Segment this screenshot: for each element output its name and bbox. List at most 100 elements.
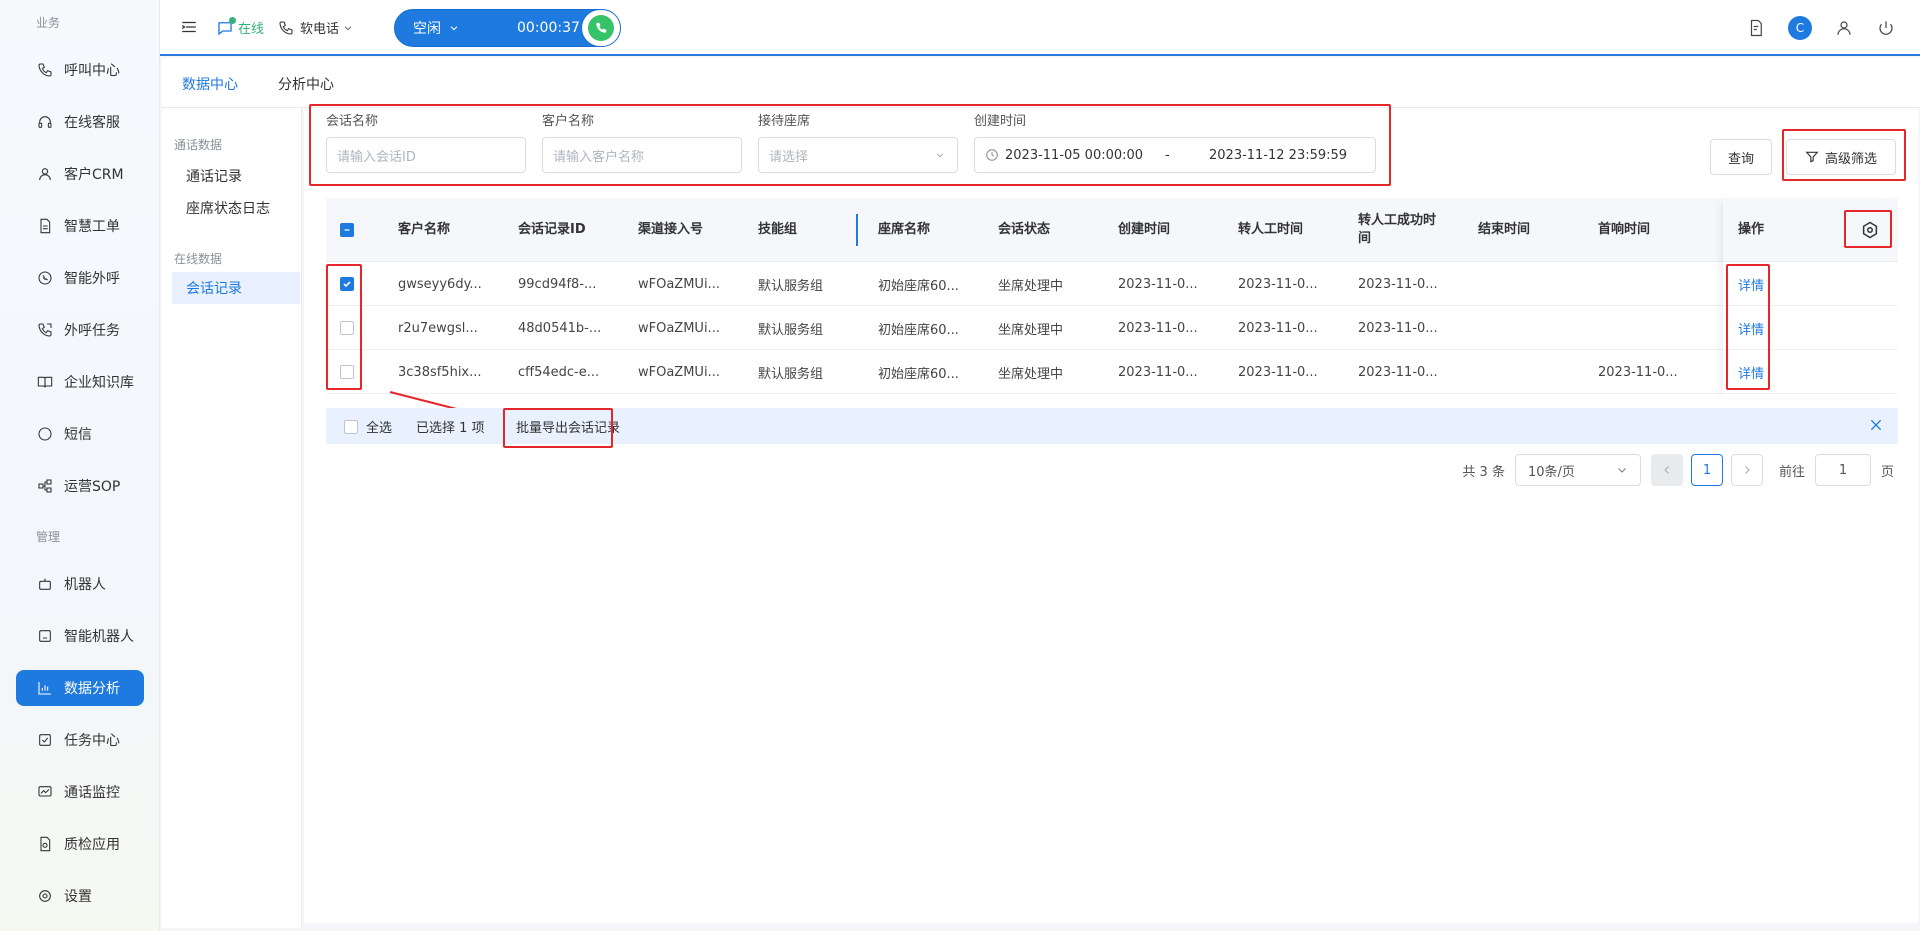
row-checkbox[interactable] <box>340 262 354 306</box>
select-all-checkbox[interactable]: 全选 <box>344 417 392 436</box>
cell-transfer: 2023-11-0... <box>1238 364 1318 380</box>
th-customer[interactable]: 客户名称 <box>398 198 450 262</box>
tab-data-center[interactable]: 数据中心 <box>182 74 238 111</box>
call-status-bar: 空闲 00:00:37 <box>394 9 621 47</box>
date-range-picker[interactable]: 2023-11-05 00:00:00 - 2023-11-12 23:59:5… <box>974 137 1376 173</box>
nav-item-call-center[interactable]: 呼叫中心 <box>16 52 144 88</box>
phone-mode-dropdown[interactable]: 软电话 <box>278 18 359 37</box>
pagination: 共 3 条 10条/页 1 前往 1 页 <box>1462 454 1894 486</box>
nav-item-smart-outbound[interactable]: 智能外呼 <box>16 260 144 296</box>
nav-item-label: 运营SOP <box>64 479 121 495</box>
row-checkbox[interactable] <box>340 350 354 394</box>
nav-item-smart-robot[interactable]: 智能机器人 <box>16 618 144 654</box>
call-state-dropdown[interactable]: 空闲 <box>413 18 459 38</box>
cell-transfer: 2023-11-0... <box>1238 320 1318 336</box>
nav-item-outbound-task[interactable]: 外呼任务 <box>16 312 144 348</box>
th-transfer-success-line2: 间 <box>1358 231 1372 246</box>
nav-item-sop[interactable]: 运营SOP <box>16 468 144 504</box>
sms-icon <box>36 425 54 443</box>
batch-export-link[interactable]: 批量导出会话记录 <box>516 417 620 436</box>
smart-robot-icon <box>36 627 54 645</box>
advanced-filter-button[interactable]: 高级筛选 <box>1786 139 1896 175</box>
advanced-filter-label: 高级筛选 <box>1824 151 1877 167</box>
nav-item-call-monitor[interactable]: 通话监控 <box>16 774 144 810</box>
cell-transfer: 2023-11-0... <box>1238 276 1318 292</box>
cell-transfer-success: 2023-11-0... <box>1358 320 1438 336</box>
sub-item-call-records[interactable]: 通话记录 <box>172 160 300 192</box>
nav-item-knowledge-base[interactable]: 企业知识库 <box>16 364 144 400</box>
sub-menu: 通话数据 通话记录 座席状态日志 在线数据 会话记录 <box>162 108 302 928</box>
cell-skill-group: 默认服务组 <box>758 322 824 338</box>
cell-status: 坐席处理中 <box>998 278 1064 294</box>
fixed-operation-column <box>1723 198 1898 398</box>
next-page-button[interactable] <box>1730 454 1763 486</box>
page-button-current[interactable]: 1 <box>1690 454 1723 486</box>
nav-item-crm[interactable]: 客户CRM <box>16 156 144 192</box>
nav-group-business: 业务 <box>36 16 61 30</box>
th-transfer[interactable]: 转人工时间 <box>1238 198 1303 262</box>
menu-collapse-icon[interactable] <box>180 18 198 36</box>
user-icon <box>36 165 54 183</box>
page-size-select[interactable]: 10条/页 <box>1514 454 1641 486</box>
sub-item-session-records[interactable]: 会话记录 <box>172 272 300 304</box>
chevron-left-icon <box>1664 466 1669 474</box>
th-session-id[interactable]: 会话记录ID <box>518 198 586 262</box>
nav-item-task-center[interactable]: 任务中心 <box>16 722 144 758</box>
main-content: 会话名称 请输入会话ID 客户名称 请输入客户名称 接待座席 请选择 创建时间 … <box>304 104 1918 923</box>
cell-first-response: 2023-11-0... <box>1598 364 1678 380</box>
row-checkbox[interactable] <box>340 306 354 350</box>
select-all-header-checkbox[interactable] <box>340 198 354 262</box>
nav-item-settings[interactable]: 设置 <box>16 878 144 914</box>
avatar[interactable]: C <box>1788 16 1812 40</box>
monitor-icon <box>36 783 54 801</box>
th-channel[interactable]: 渠道接入号 <box>638 198 703 262</box>
flow-icon <box>36 477 54 495</box>
answer-call-button[interactable] <box>581 9 621 47</box>
th-transfer-success[interactable]: 转人工成功时 间 <box>1358 198 1458 262</box>
agent-select[interactable]: 请选择 <box>758 137 958 173</box>
gear-icon <box>36 887 54 905</box>
query-button[interactable]: 查询 <box>1710 139 1772 175</box>
tab-analysis-center[interactable]: 分析中心 <box>278 74 334 94</box>
cell-session-id: cff54edc-e... <box>518 364 600 380</box>
nav-item-label: 呼叫中心 <box>64 63 120 79</box>
session-name-input[interactable]: 请输入会话ID <box>326 137 526 173</box>
nav-item-label: 机器人 <box>64 577 106 593</box>
th-end[interactable]: 结束时间 <box>1478 198 1530 262</box>
nav-item-quality[interactable]: 质检应用 <box>16 826 144 862</box>
nav-item-work-order[interactable]: 智慧工单 <box>16 208 144 244</box>
sub-item-agent-status-log[interactable]: 座席状态日志 <box>172 192 300 224</box>
nav-group-manage: 管理 <box>36 530 61 544</box>
user-icon[interactable] <box>1834 18 1854 38</box>
top-tabs: 数据中心 分析中心 <box>162 58 1920 111</box>
goto-page-input[interactable]: 1 <box>1814 454 1871 486</box>
selected-count: 已选择 1 项 <box>416 421 485 436</box>
nav-item-sms[interactable]: 短信 <box>16 416 144 452</box>
prev-page-button[interactable] <box>1650 454 1683 486</box>
select-all-label: 全选 <box>366 421 393 436</box>
nav-item-robot[interactable]: 机器人 <box>16 566 144 602</box>
nav-item-online-service[interactable]: 在线客服 <box>16 104 144 140</box>
cell-created: 2023-11-0... <box>1118 276 1198 292</box>
th-first-response[interactable]: 首响时间 <box>1598 198 1650 262</box>
column-resize-handle[interactable] <box>856 214 858 246</box>
document-settings-icon[interactable] <box>1746 18 1766 38</box>
filter-icon <box>1805 151 1819 163</box>
th-agent[interactable]: 座席名称 <box>878 198 930 262</box>
nav-item-data-analysis[interactable]: 数据分析 <box>16 670 144 706</box>
th-created[interactable]: 创建时间 <box>1118 198 1170 262</box>
cell-agent: 初始座席60... <box>878 366 959 382</box>
chat-status-icon <box>216 16 236 37</box>
nav-item-label: 设置 <box>64 889 92 905</box>
customer-name-input[interactable]: 请输入客户名称 <box>542 137 742 173</box>
sub-group-online-data: 在线数据 <box>174 252 223 266</box>
goto-label: 前往 <box>1778 464 1805 480</box>
book-icon <box>36 373 54 391</box>
cell-status: 坐席处理中 <box>998 322 1064 338</box>
power-icon[interactable] <box>1876 18 1896 38</box>
chevron-down-icon <box>344 26 352 30</box>
close-icon[interactable] <box>1868 417 1884 433</box>
th-skill-group[interactable]: 技能组 <box>758 198 797 262</box>
agent-status[interactable]: 在线 <box>216 16 264 37</box>
th-status[interactable]: 会话状态 <box>998 198 1050 262</box>
